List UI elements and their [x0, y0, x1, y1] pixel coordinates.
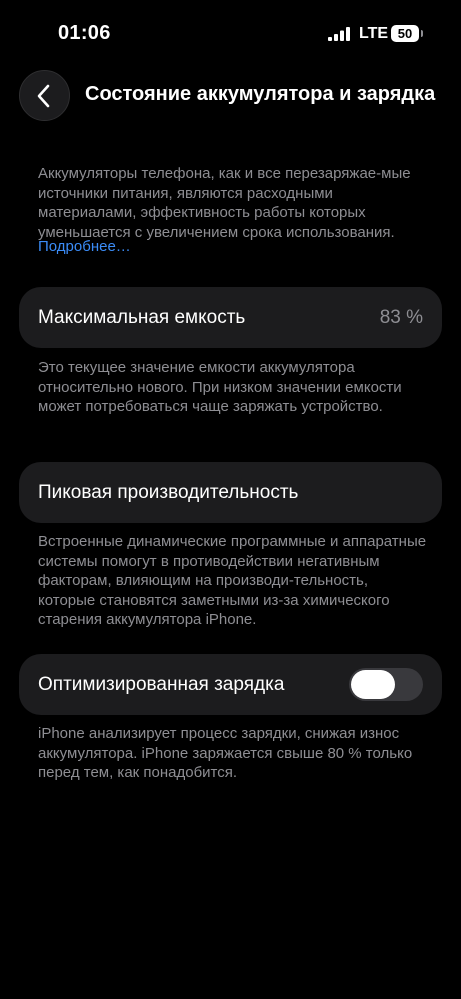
page-title: Состояние аккумулятора и зарядка — [85, 83, 436, 105]
battery-icon: 50 — [391, 25, 419, 42]
max-capacity-description: Это текущее значение емкости аккумулятор… — [38, 359, 402, 415]
learn-more-link[interactable]: Подробнее… — [38, 238, 131, 255]
peak-performance-description: Встроенные динамические программные и ап… — [38, 533, 427, 628]
peak-performance-row: Пиковая производительность — [19, 462, 442, 523]
max-capacity-value: 83 % — [379, 307, 423, 328]
optimized-charging-row: Оптимизированная зарядка — [19, 654, 442, 715]
back-button[interactable] — [19, 70, 70, 121]
network-type: LTE — [359, 25, 389, 42]
max-capacity-label: Максимальная емкость — [38, 307, 246, 328]
optimized-charging-toggle[interactable] — [349, 668, 423, 701]
toggle-knob — [351, 670, 395, 699]
max-capacity-row: Максимальная емкость 83 % — [19, 287, 442, 348]
status-time: 01:06 — [58, 22, 111, 44]
peak-performance-label: Пиковая производительность — [38, 482, 299, 503]
chevron-left-icon — [37, 84, 50, 108]
battery-cap — [421, 30, 423, 37]
status-bar: 01:06 LTE 50 — [0, 0, 461, 60]
battery-level: 50 — [397, 26, 413, 41]
intro-description: Аккумуляторы телефона, как и все перезар… — [38, 165, 411, 241]
optimized-charging-description: iPhone анализирует процесс зарядки, сниж… — [38, 725, 413, 781]
cellular-signal-icon — [328, 27, 350, 41]
optimized-charging-label: Оптимизированная зарядка — [38, 674, 285, 695]
